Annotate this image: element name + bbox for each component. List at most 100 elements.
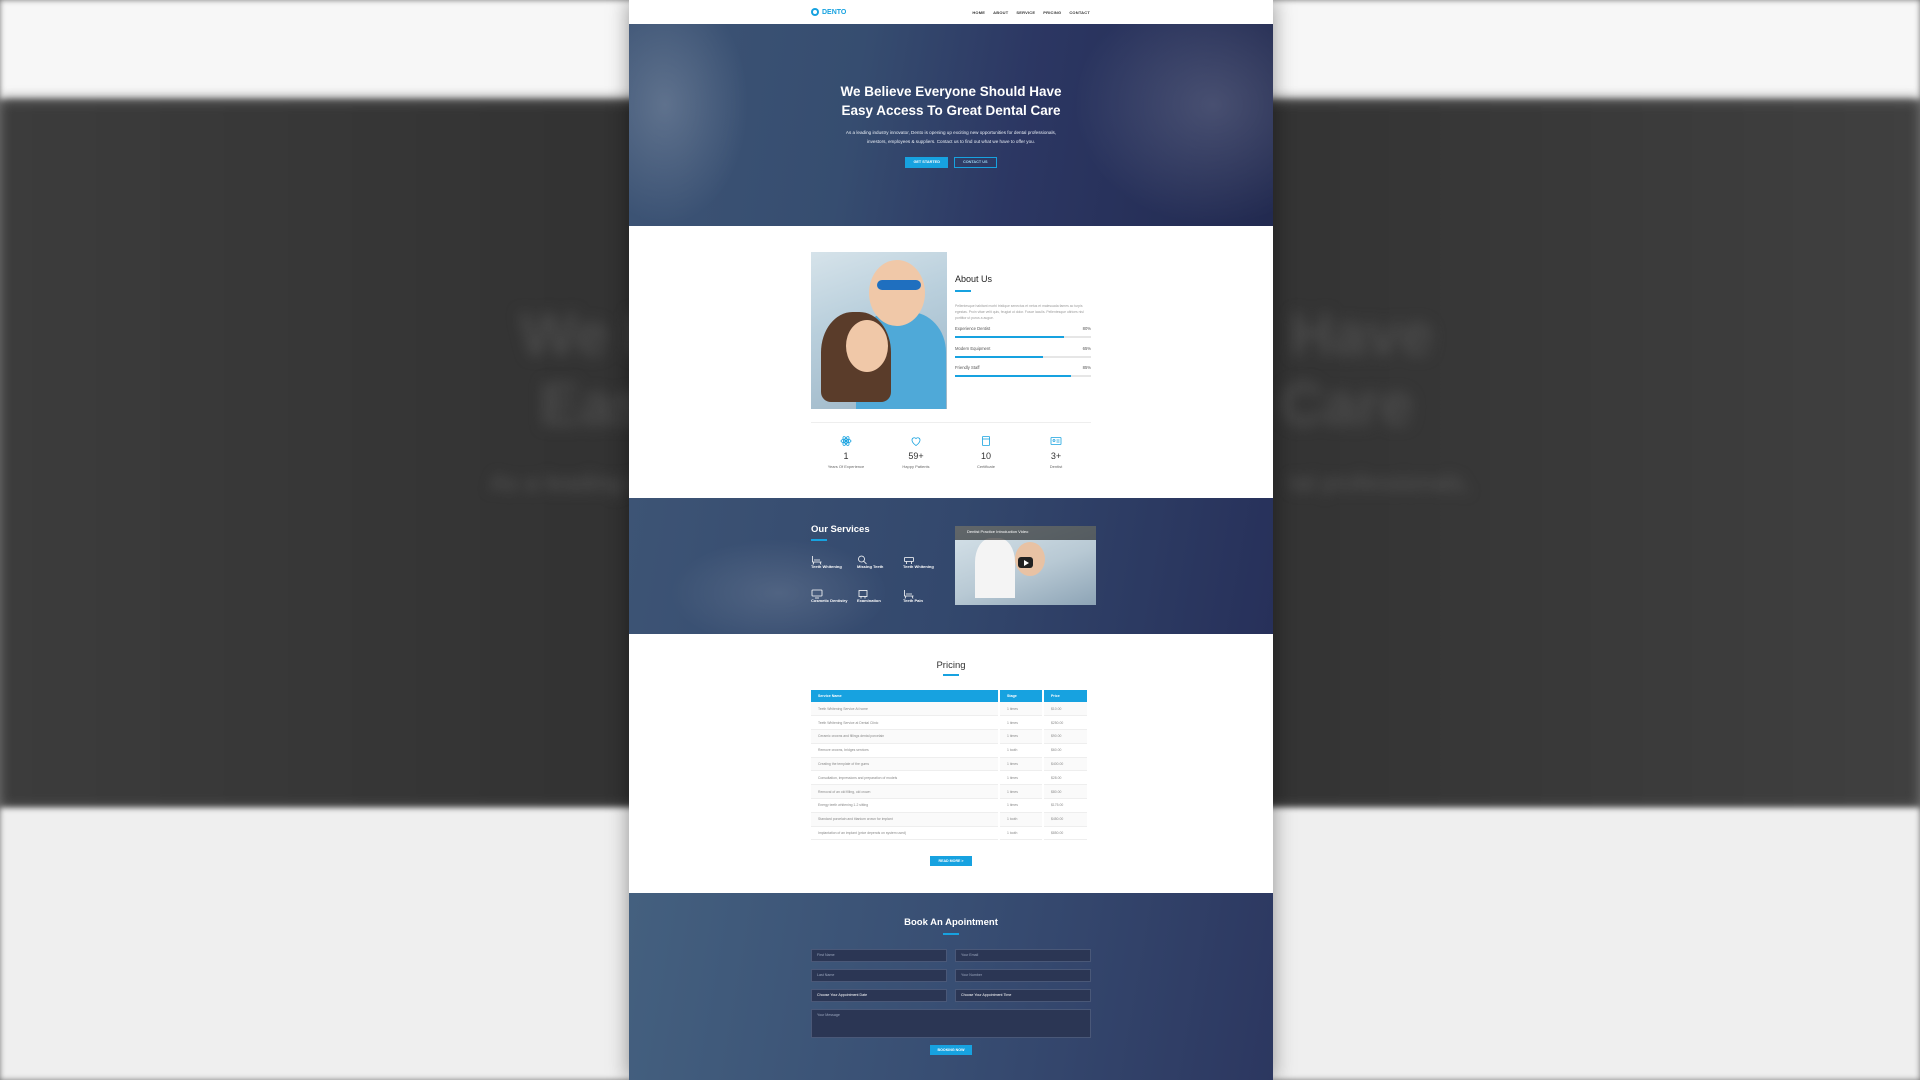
skill-percent: 80%: [1082, 326, 1091, 331]
tooth-logo-icon: [811, 8, 819, 16]
get-started-button[interactable]: GET STARTED: [905, 157, 948, 168]
table-header-row: Service Name Stage Price: [811, 690, 1089, 702]
table-row: Removal of an old filling, old crown 1 ti…: [811, 784, 1089, 800]
read-more-button[interactable]: READ MORE >: [930, 856, 972, 866]
stat-value: 10: [980, 451, 991, 461]
table-row: Energy teeth whitening 1-2 sitting 1 time…: [811, 798, 1089, 813]
booking-title-underline: [943, 933, 959, 935]
pricing-table: Service Name Stage Price Teeth Whitening…: [811, 690, 1089, 841]
hero-description: As a leading industry innovator, Dento i…: [819, 128, 1083, 146]
skill-bar-equipment: Modern Equipment 65%: [955, 346, 1091, 358]
hero-photo-right: [1073, 24, 1273, 226]
hero-section: We Believe Everyone Should Have Easy Acc…: [629, 24, 1273, 226]
backdrop-sub-right: tal professionals,: [1290, 470, 1471, 497]
stat-dentist: 3+ Dentist: [1021, 434, 1091, 469]
booking-title: Book An Apointment: [904, 917, 998, 928]
brand-logo[interactable]: DENTO: [811, 8, 846, 16]
skill-percent: 85%: [1082, 365, 1091, 370]
skill-fill: [955, 375, 1071, 377]
website-preview: DENTO HOME ABOUT SERVICE PRICING CONTACT…: [629, 0, 1273, 1080]
service-label: Teeth Pain: [903, 598, 923, 603]
service-item[interactable]: Teeth Whitening: [903, 552, 949, 569]
hero-photo-left: [629, 24, 749, 226]
service-item[interactable]: Teeth Pain: [903, 586, 949, 603]
atom-icon: [811, 434, 881, 448]
nav-about[interactable]: ABOUT: [993, 10, 1008, 15]
booking-now-button[interactable]: BOOKING NOW: [930, 1045, 972, 1055]
price-cell: $80.00: [1043, 784, 1089, 800]
price-cell: $90.00: [1043, 729, 1089, 744]
table-row: Implantation of an implant (price depend…: [811, 826, 1089, 841]
intro-video-player[interactable]: Dentist Practice Introduction Video: [955, 526, 1096, 605]
hero-title: We Believe Everyone Should Have Easy Acc…: [629, 82, 1273, 120]
hero-desc-line1: As a leading industry innovator, Dento i…: [845, 130, 1057, 135]
service-item[interactable]: Teeth Whitening: [811, 552, 857, 569]
skill-percent: 65%: [1082, 346, 1091, 351]
service-item[interactable]: Examination: [857, 586, 903, 603]
nav-pricing[interactable]: PRICING: [1043, 10, 1061, 15]
stage-cell: 1 tooth: [999, 812, 1044, 827]
appointment-time-select[interactable]: Choose Your Appointment Time: [955, 989, 1091, 1002]
heart-icon: [881, 434, 951, 448]
booking-section: Book An Apointment First Name Your Email…: [629, 893, 1273, 1080]
pricing-title-underline: [943, 674, 959, 676]
pricing-title: Pricing: [936, 660, 966, 671]
service-label: Missing Teeth: [857, 564, 884, 569]
stat-certificate: 10 Certificate: [951, 434, 1021, 469]
backdrop-title-right: Have: [1290, 301, 1434, 368]
nav-service[interactable]: SERVICE: [1016, 10, 1035, 15]
nav-home[interactable]: HOME: [972, 10, 985, 15]
stage-cell: 1 times: [999, 729, 1044, 744]
magnifier-icon: [857, 552, 903, 565]
service-item[interactable]: Cosmetic Dentistry: [811, 586, 857, 603]
last-name-input[interactable]: Last Name: [811, 969, 947, 982]
service-name-cell: Removal of an old filling, old crown: [811, 784, 1000, 800]
hero-title-line1: We Believe Everyone Should Have: [840, 84, 1062, 99]
service-name-cell: Implantation of an implant (price depend…: [811, 826, 1000, 841]
price-cell: $450.00: [1043, 812, 1089, 827]
price-cell: $850.00: [1043, 826, 1089, 841]
table-row: Teeth Whitening Service At home 1 times $1…: [811, 702, 1089, 717]
appointment-date-select[interactable]: Choose Your Appointment Date: [811, 989, 947, 1002]
hero-desc-line2: investors, employees & suppliers. Contac…: [867, 139, 1035, 144]
message-textarea[interactable]: Your Message: [811, 1009, 1091, 1038]
service-item[interactable]: Missing Teeth: [857, 552, 903, 569]
stage-cell: 1 tooth: [999, 743, 1044, 758]
column-header: Stage: [999, 690, 1044, 702]
table-row: Ceramic crowns and fillings dental porce…: [811, 729, 1089, 744]
nav-menu: HOME ABOUT SERVICE PRICING CONTACT: [972, 10, 1090, 15]
certificate-icon: [951, 434, 1021, 448]
service-name-cell: Ceramic crowns and fillings dental porce…: [811, 729, 1000, 744]
price-cell: $60.00: [1043, 743, 1089, 758]
stat-label: Dentist: [1049, 464, 1063, 469]
services-title-underline: [811, 539, 827, 541]
tooth-brush-icon: [903, 552, 949, 564]
stage-cell: 1 tooth: [999, 826, 1044, 841]
nav-contact[interactable]: CONTACT: [1069, 10, 1090, 15]
phone-input[interactable]: Your Number: [955, 969, 1091, 982]
email-input[interactable]: Your Email: [955, 949, 1091, 962]
table-row: Standard porcelain and titanium crown fo…: [811, 812, 1089, 827]
service-name-cell: Energy teeth whitening 1-2 sitting: [811, 798, 1000, 813]
price-cell: $28.00: [1043, 770, 1089, 786]
price-cell: $10.00: [1043, 702, 1089, 717]
skill-fill: [955, 336, 1064, 338]
top-navbar: DENTO HOME ABOUT SERVICE PRICING CONTACT: [629, 0, 1273, 24]
stat-value: 1: [843, 451, 849, 461]
dentist-patient-photo: [811, 252, 947, 409]
stage-cell: 1 times: [999, 757, 1044, 772]
table-row: Remove crowns, bridges services 1 tooth $6…: [811, 743, 1089, 758]
first-name-input[interactable]: First Name: [811, 949, 947, 962]
play-icon[interactable]: [1018, 557, 1033, 568]
about-title: About Us: [955, 274, 993, 284]
stage-cell: 1 times: [999, 798, 1044, 813]
stats-row: 1 Years Of Experience 59+ Happy Patients…: [811, 434, 1091, 469]
stage-cell: 1 times: [999, 702, 1044, 717]
skill-fill: [955, 356, 1044, 358]
service-name-cell: Standard porcelain and titanium crown fo…: [811, 812, 1000, 827]
contact-us-button[interactable]: CONTACT US: [953, 157, 997, 168]
skill-bar-experience: Experience Dentist 80%: [955, 326, 1091, 338]
price-cell: $175.00: [1043, 798, 1089, 813]
services-grid: Teeth Whitening Missing Teeth Teeth Whit…: [811, 552, 949, 603]
service-label: Teeth Whitening: [903, 564, 934, 569]
